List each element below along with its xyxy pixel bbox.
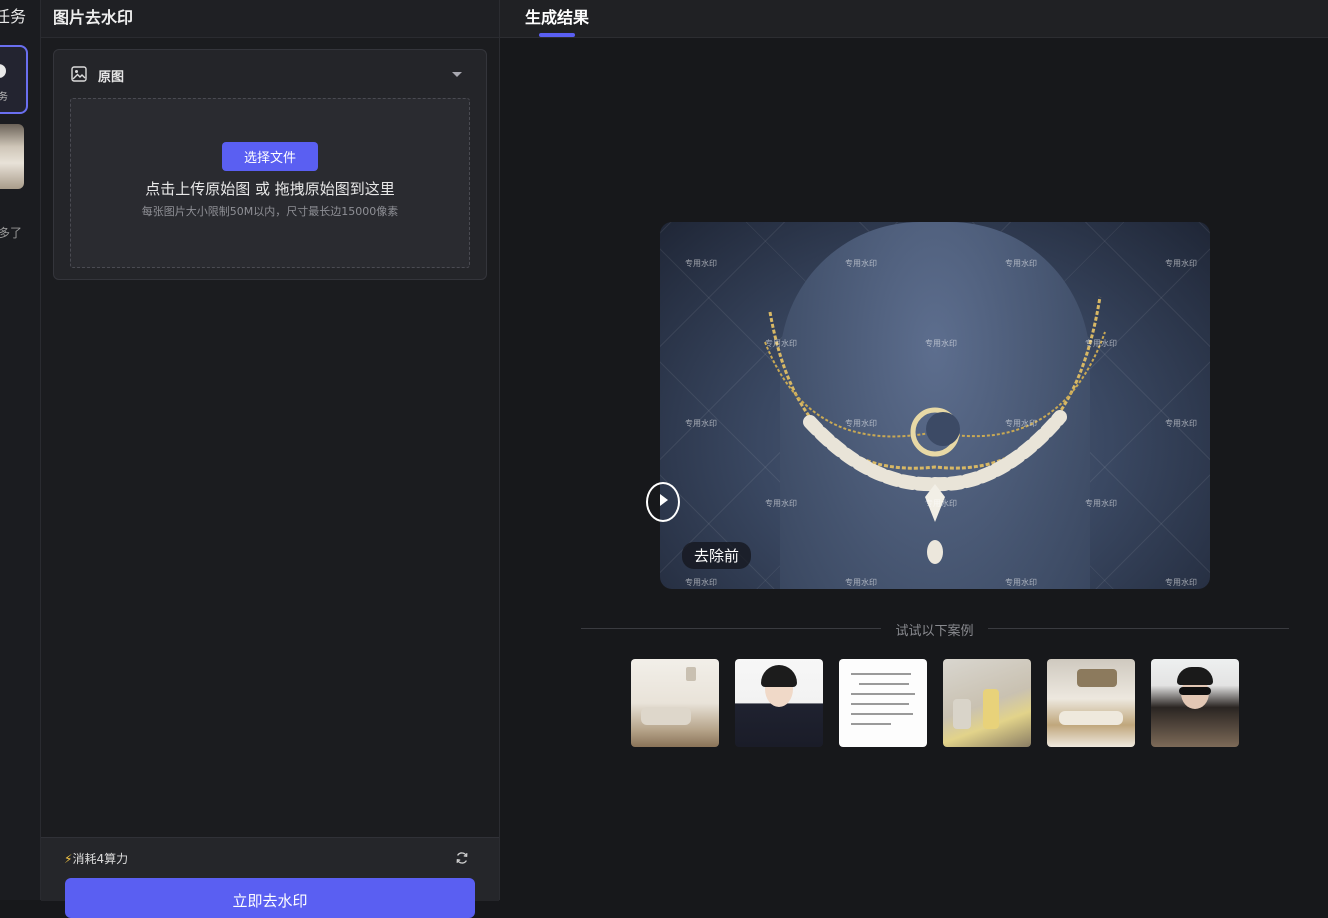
watermark-text: 专用水印: [685, 578, 717, 587]
task-more-text: 多了: [0, 226, 23, 240]
task-item-label: 务: [0, 88, 8, 103]
task-sidebar: 任务 务 多了: [0, 0, 41, 900]
watermark-text: 专用水印: [845, 419, 877, 428]
tab-active-indicator: [539, 33, 575, 37]
watermark-text: 专用水印: [765, 339, 797, 348]
before-label: 去除前: [682, 542, 752, 569]
watermark-text: 专用水印: [1005, 578, 1037, 587]
refresh-icon[interactable]: [455, 851, 469, 865]
watermark-text: 专用水印: [1005, 259, 1037, 268]
watermark-text: 专用水印: [1085, 499, 1117, 508]
task-item-thumbnail[interactable]: [0, 124, 24, 189]
example-thumbnail-living-room[interactable]: [631, 659, 719, 747]
watermark-text: 专用水印: [925, 499, 957, 508]
divider: [581, 628, 881, 629]
watermark-text: 专用水印: [765, 499, 797, 508]
watermark-text: 专用水印: [845, 578, 877, 587]
task-sidebar-title: 任务: [0, 7, 27, 26]
example-thumbnail-document[interactable]: [839, 659, 927, 747]
example-thumbnail-interior[interactable]: [1047, 659, 1135, 747]
divider: [988, 628, 1289, 629]
cost-text: 消耗4算力: [72, 852, 129, 866]
task-item-active[interactable]: [0, 45, 28, 114]
watermark-text: 专用水印: [925, 339, 957, 348]
chevron-down-icon[interactable]: [452, 72, 462, 77]
original-image-label: 原图: [98, 70, 125, 85]
cost-info: ⚡消耗4算力: [64, 850, 128, 867]
watermark-text: 专用水印: [685, 259, 717, 268]
play-icon: [660, 494, 668, 506]
upload-limit-hint: 每张图片大小限制50M以内，尺寸最长边15000像素: [141, 205, 399, 218]
page-title: 图片去水印: [53, 8, 134, 27]
result-header: [500, 0, 1328, 38]
example-thumbnail-portrait-man[interactable]: [1151, 659, 1239, 747]
watermark-text: 专用水印: [1165, 578, 1197, 587]
example-thumbnail-cosmetics[interactable]: [943, 659, 1031, 747]
necklace-illustration: [764, 296, 1106, 564]
example-thumbnail-portrait-woman[interactable]: [735, 659, 823, 747]
tab-result[interactable]: 生成结果: [525, 4, 589, 28]
remove-watermark-button[interactable]: 立即去水印: [65, 878, 475, 918]
image-icon: [71, 66, 87, 82]
watermark-text: 专用水印: [1085, 339, 1117, 348]
upload-hint: 点击上传原始图 或 拖拽原始图到这里: [145, 180, 395, 198]
watermark-text: 专用水印: [1165, 419, 1197, 428]
watermark-text: 专用水印: [1005, 419, 1037, 428]
watermark-text: 专用水印: [845, 259, 877, 268]
watermark-text: 专用水印: [1165, 259, 1197, 268]
result-preview-image: 专用水印 专用水印 专用水印 专用水印 专用水印 专用水印 专用水印 专用水印 …: [660, 222, 1210, 589]
watermark-text: 专用水印: [685, 419, 717, 428]
examples-heading: 试试以下案例: [895, 624, 974, 639]
select-file-button[interactable]: 选择文件: [222, 142, 318, 171]
